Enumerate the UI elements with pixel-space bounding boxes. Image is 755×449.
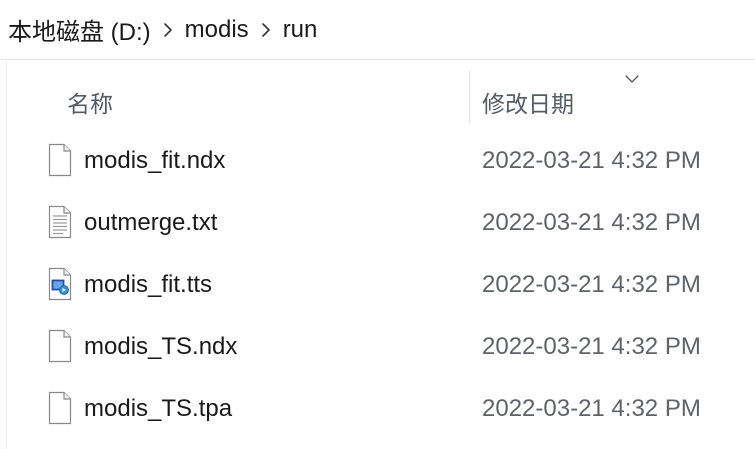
media-file-icon xyxy=(47,267,73,301)
column-header-date-modified[interactable]: 修改日期 xyxy=(482,85,574,119)
chevron-down-icon xyxy=(624,71,640,89)
file-modified-date: 2022-03-21 4:32 PM xyxy=(482,209,701,236)
file-name[interactable]: modis_fit.tts xyxy=(84,271,212,299)
file-name[interactable]: modis_TS.tpa xyxy=(84,395,232,423)
file-explorer-window: 本地磁盘 (D:) modis run 名称 修改日期 modis_fit.nd… xyxy=(0,0,755,449)
file-modified-date: 2022-03-21 4:32 PM xyxy=(482,395,701,422)
breadcrumb-item-drive[interactable]: 本地磁盘 (D:) xyxy=(8,12,151,47)
file-name[interactable]: outmerge.txt xyxy=(84,209,217,237)
file-modified-date: 2022-03-21 4:32 PM xyxy=(482,147,701,174)
file-modified-date: 2022-03-21 4:32 PM xyxy=(482,271,701,298)
breadcrumb: 本地磁盘 (D:) modis run xyxy=(0,0,755,60)
blank-file-icon xyxy=(47,143,73,177)
file-modified-date: 2022-03-21 4:32 PM xyxy=(482,333,701,360)
chevron-right-icon[interactable] xyxy=(151,0,185,60)
column-header-name[interactable]: 名称 xyxy=(67,85,113,119)
table-row[interactable]: modis_fit.ndx 2022-03-21 4:32 PM xyxy=(0,131,755,189)
column-header-row: 名称 修改日期 xyxy=(6,61,755,123)
breadcrumb-item-run[interactable]: run xyxy=(283,16,318,44)
blank-file-icon xyxy=(47,391,73,425)
text-file-icon xyxy=(47,205,73,239)
breadcrumb-item-modis[interactable]: modis xyxy=(185,16,249,44)
table-row[interactable]: modis_fit.tts 2022-03-21 4:32 PM xyxy=(0,255,755,313)
file-name[interactable]: modis_TS.ndx xyxy=(84,333,237,361)
file-list-view: 名称 修改日期 modis_fit.ndx 2022-03-21 4:32 PM xyxy=(0,61,755,449)
column-resize-handle[interactable] xyxy=(469,71,470,123)
table-row[interactable]: modis_TS.ndx 2022-03-21 4:32 PM xyxy=(0,317,755,375)
chevron-right-icon[interactable] xyxy=(249,0,283,60)
blank-file-icon xyxy=(47,329,73,363)
table-row[interactable]: outmerge.txt 2022-03-21 4:32 PM xyxy=(0,193,755,251)
table-row[interactable]: modis_TS.tpa 2022-03-21 4:32 PM xyxy=(0,379,755,437)
file-name[interactable]: modis_fit.ndx xyxy=(84,147,225,175)
